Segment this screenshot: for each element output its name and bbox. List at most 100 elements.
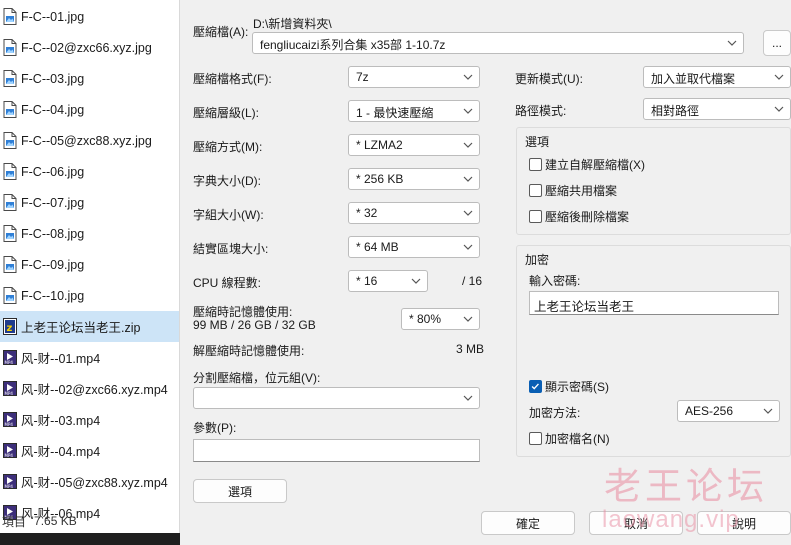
mem-decomp-value: 3 MB (456, 342, 485, 356)
enc-method-value: AES-256 (685, 404, 734, 418)
help-button[interactable]: 說明 (697, 511, 791, 535)
status-bar: 項目 7.65 KB (0, 509, 180, 533)
file-list-item[interactable]: MP4 风-财--02@zxc66.xyz.mp4 (0, 373, 179, 404)
chevron-down-icon (463, 395, 473, 401)
jpg-file-icon (3, 287, 17, 304)
file-list-item[interactable]: MP4 风-财--01.mp4 (0, 342, 179, 373)
mp4-file-icon: MP4 (3, 380, 17, 397)
cpu-combo[interactable]: * 16 (348, 270, 428, 292)
svg-text:MP4: MP4 (5, 360, 14, 365)
chevron-down-icon (411, 278, 421, 284)
password-input[interactable]: 上老王论坛当老王 (529, 291, 779, 315)
dict-label: 字典大小(D): (193, 174, 261, 188)
split-label: 分割壓縮檔，位元組(V): (193, 371, 321, 385)
file-list-item[interactable]: z 上老王论坛当老王.zip (0, 311, 179, 342)
update-label: 更新模式(U): (515, 72, 583, 86)
file-list-item[interactable]: F-C--03.jpg (0, 63, 179, 94)
ok-button[interactable]: 確定 (481, 511, 575, 535)
svg-text:z: z (7, 323, 13, 334)
file-name: F-C--03.jpg (21, 71, 85, 86)
chevron-down-icon (774, 106, 784, 112)
jpg-file-icon (3, 256, 17, 273)
file-list-item[interactable]: F-C--08.jpg (0, 218, 179, 249)
dict-combo[interactable]: * 256 KB (348, 168, 480, 190)
show-password-label: 顯示密碼(S) (545, 380, 609, 394)
solid-label: 結實區塊大小: (193, 242, 269, 256)
params-label: 參數(P): (193, 421, 237, 435)
help-label: 說明 (731, 516, 756, 531)
checkbox-box[interactable] (529, 210, 542, 223)
checkbox-box[interactable] (529, 184, 542, 197)
jpg-file-icon (3, 132, 17, 149)
mp4-file-icon: MP4 (3, 473, 17, 490)
file-name: F-C--01.jpg (21, 9, 85, 24)
level-combo[interactable]: 1 - 最快速壓縮 (348, 100, 480, 122)
svg-text:MP4: MP4 (5, 422, 14, 427)
file-name: 上老王论坛当老王.zip (21, 321, 141, 335)
archive-name-combo[interactable]: fengliucaizi系列合集 x35部 1-10.7z (252, 32, 744, 54)
encrypt-names-label: 加密檔名(N) (545, 432, 610, 446)
status-size: 7.65 KB (34, 514, 77, 528)
options-group-title: 選項 (525, 135, 550, 149)
mp4-file-icon: MP4 (3, 442, 17, 459)
file-list-item[interactable]: F-C--04.jpg (0, 94, 179, 125)
split-combo[interactable] (193, 387, 480, 409)
svg-text:MP4: MP4 (5, 484, 14, 489)
status-label: 項目 (2, 514, 27, 529)
path-mode-combo[interactable]: 相對路徑 (643, 98, 791, 120)
shared-files-checkbox[interactable]: 壓縮共用檔案 (529, 182, 617, 199)
word-combo[interactable]: * 32 (348, 202, 480, 224)
solid-combo[interactable]: * 64 MB (348, 236, 480, 258)
format-value: 7z (356, 70, 369, 84)
file-list-item[interactable]: F-C--10.jpg (0, 280, 179, 311)
sfx-label: 建立自解壓縮檔(X) (545, 158, 645, 172)
svg-text:MP4: MP4 (5, 453, 14, 458)
file-name: 风-财--01.mp4 (21, 352, 101, 366)
chevron-down-icon (463, 74, 473, 80)
checkbox-box[interactable] (529, 432, 542, 445)
browse-button[interactable]: ... (763, 30, 791, 56)
jpg-file-icon (3, 70, 17, 87)
file-list-item[interactable]: F-C--07.jpg (0, 187, 179, 218)
cancel-button[interactable]: 取消 (589, 511, 683, 535)
ok-label: 確定 (515, 516, 540, 531)
format-combo[interactable]: 7z (348, 66, 480, 88)
sfx-checkbox[interactable]: 建立自解壓縮檔(X) (529, 156, 645, 173)
jpg-file-icon (3, 101, 17, 118)
chevron-down-icon (463, 142, 473, 148)
file-list-item[interactable]: F-C--09.jpg (0, 249, 179, 280)
params-input[interactable] (193, 439, 480, 462)
checkmark-icon (531, 383, 539, 390)
file-list-item[interactable]: MP4 风-财--04.mp4 (0, 435, 179, 466)
path-mode-value: 相對路徑 (651, 104, 700, 118)
chevron-down-icon (774, 74, 784, 80)
enc-method-combo[interactable]: AES-256 (677, 400, 780, 422)
mp4-file-icon: MP4 (3, 411, 17, 428)
level-value: 1 - 最快速壓縮 (356, 106, 434, 120)
file-list-item[interactable]: MP4 风-财--05@zxc88.xyz.mp4 (0, 466, 179, 497)
checkbox-box-checked[interactable] (529, 380, 542, 393)
mem-comp-combo[interactable]: * 80% (401, 308, 480, 330)
update-combo[interactable]: 加入並取代檔案 (643, 66, 791, 88)
cpu-label: CPU 線程數: (193, 276, 262, 290)
file-list-item[interactable]: MP4 风-财--03.mp4 (0, 404, 179, 435)
encrypt-names-checkbox[interactable]: 加密檔名(N) (529, 430, 610, 447)
cpu-total: / 16 (462, 274, 483, 288)
show-password-checkbox[interactable]: 顯示密碼(S) (529, 378, 609, 395)
solid-value: * 64 MB (356, 240, 399, 254)
file-list-item[interactable]: F-C--01.jpg (0, 1, 179, 32)
file-list-item[interactable]: F-C--02@zxc66.xyz.jpg (0, 32, 179, 63)
method-combo[interactable]: * LZMA2 (348, 134, 480, 156)
file-list-item[interactable]: F-C--05@zxc88.xyz.jpg (0, 125, 179, 156)
file-list-item[interactable]: F-C--06.jpg (0, 156, 179, 187)
file-name: 风-财--04.mp4 (21, 445, 101, 459)
add-to-archive-dialog: 壓縮檔(A): D:\新增資料夾\ fengliucaizi系列合集 x35部 … (180, 0, 791, 545)
cpu-value: * 16 (356, 274, 378, 288)
options-button[interactable]: 選項 (193, 479, 287, 503)
file-name: F-C--10.jpg (21, 288, 85, 303)
chevron-down-icon (463, 176, 473, 182)
delete-after-checkbox[interactable]: 壓縮後刪除檔案 (529, 208, 629, 225)
update-value: 加入並取代檔案 (651, 72, 736, 86)
path-mode-label: 路徑模式: (515, 104, 567, 118)
checkbox-box[interactable] (529, 158, 542, 171)
